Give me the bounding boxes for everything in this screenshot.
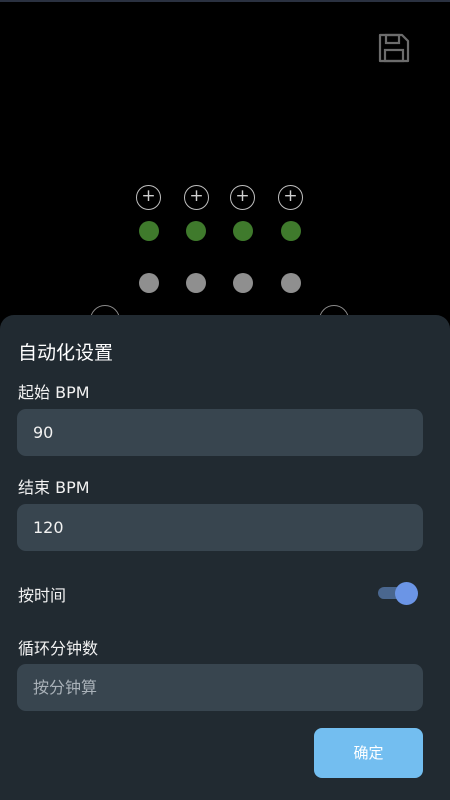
end-bpm-input[interactable]: 120: [17, 504, 423, 551]
beat-dot-active[interactable]: [186, 221, 206, 241]
metronome-screen: + + + + 自动化设置 起始 BPM 90 结束 BPM 120 按时间 循…: [0, 0, 450, 800]
automation-settings-sheet: 自动化设置 起始 BPM 90 结束 BPM 120 按时间 循环分钟数 按分钟…: [0, 315, 450, 800]
plus-icon: +: [141, 186, 156, 206]
plus-icon: +: [189, 186, 204, 206]
add-beat-button-1[interactable]: +: [136, 185, 161, 210]
end-bpm-label: 结束 BPM: [18, 478, 90, 497]
add-beat-button-4[interactable]: +: [278, 185, 303, 210]
plus-icon: +: [283, 186, 298, 206]
toggle-thumb: [395, 582, 418, 605]
add-beat-button-3[interactable]: +: [230, 185, 255, 210]
confirm-button[interactable]: 确定: [314, 728, 423, 778]
beat-dot-inactive[interactable]: [186, 273, 206, 293]
start-bpm-value: 90: [33, 423, 54, 442]
by-time-toggle[interactable]: [376, 581, 420, 605]
plus-icon: +: [235, 186, 250, 206]
cycle-minutes-input[interactable]: 按分钟算: [17, 664, 423, 711]
beat-dot-active[interactable]: [281, 221, 301, 241]
beat-grid: + + + +: [0, 0, 450, 335]
end-bpm-value: 120: [33, 518, 64, 537]
sheet-title: 自动化设置: [18, 342, 114, 364]
add-beat-button-2[interactable]: +: [184, 185, 209, 210]
beat-dot-active[interactable]: [139, 221, 159, 241]
beat-dot-inactive[interactable]: [281, 273, 301, 293]
cycle-minutes-placeholder: 按分钟算: [33, 678, 98, 697]
start-bpm-input[interactable]: 90: [17, 409, 423, 456]
beat-dot-inactive[interactable]: [233, 273, 253, 293]
by-time-label: 按时间: [18, 586, 67, 605]
beat-dot-inactive[interactable]: [139, 273, 159, 293]
start-bpm-label: 起始 BPM: [18, 383, 90, 402]
beat-dot-active[interactable]: [233, 221, 253, 241]
cycle-minutes-label: 循环分钟数: [18, 639, 99, 658]
